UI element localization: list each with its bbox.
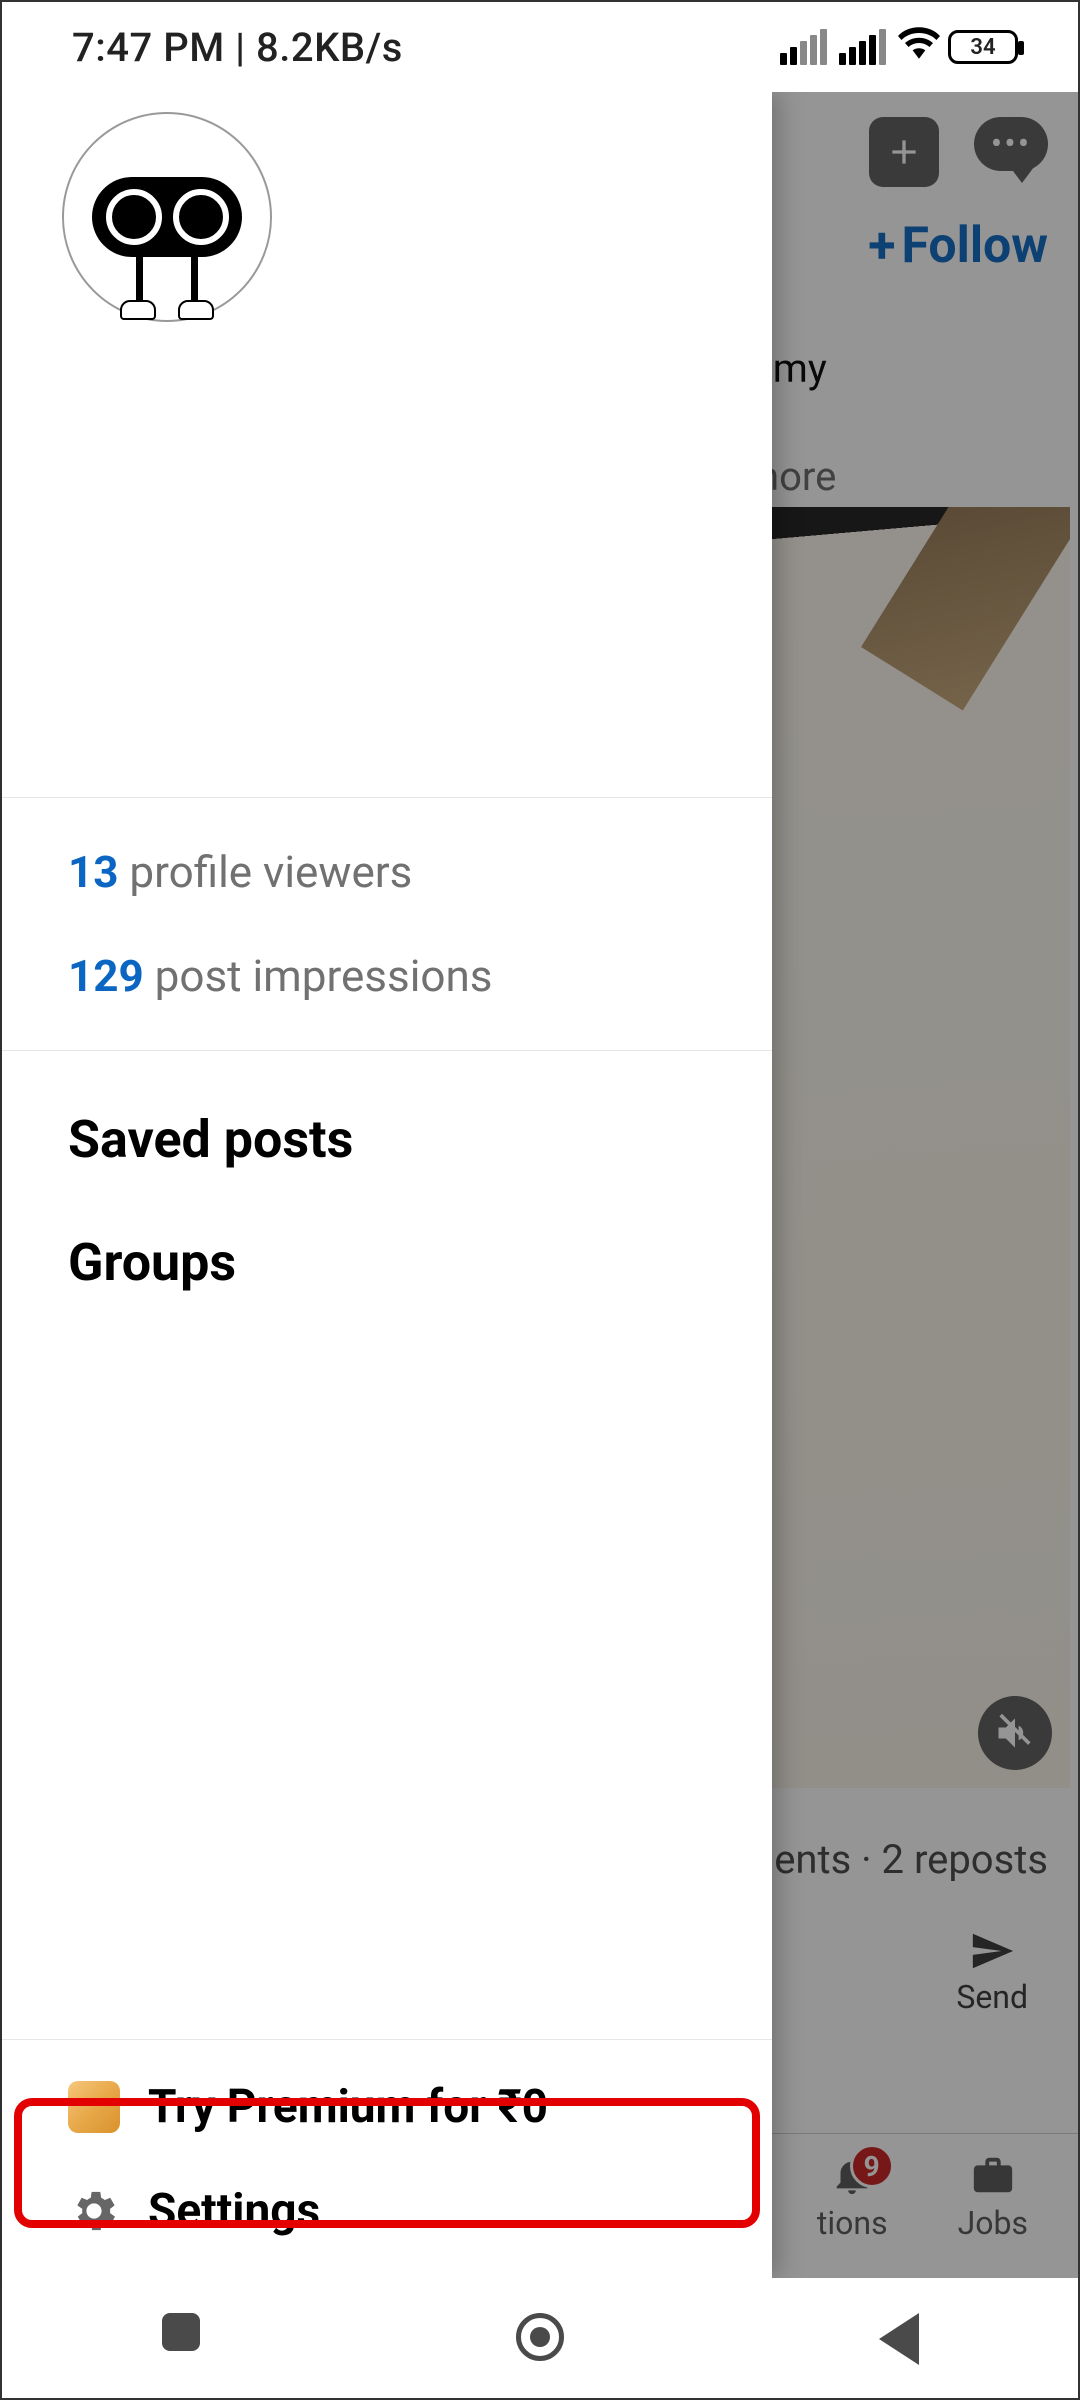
settings-row[interactable]: Settings	[68, 2184, 738, 2238]
side-drawer: 13 profile viewers 129 post impressions …	[2, 92, 772, 2278]
post-impressions-label: post impressions	[155, 950, 493, 1002]
net-speed: 8.2KB/s	[256, 24, 403, 71]
profile-viewers-count: 13	[68, 846, 119, 898]
post-impressions-row[interactable]: 129 post impressions	[68, 950, 738, 1002]
wifi-icon	[898, 22, 940, 72]
post-impressions-count: 129	[68, 950, 144, 1002]
drawer-header	[2, 92, 772, 797]
system-nav-bar	[2, 2278, 1078, 2398]
battery-icon: 34	[948, 30, 1018, 64]
saved-posts-item[interactable]: Saved posts	[68, 1109, 738, 1170]
premium-label: Try Premium for ₹0	[148, 2080, 548, 2134]
profile-viewers-row[interactable]: 13 profile viewers	[68, 846, 738, 898]
recents-button[interactable]	[156, 2313, 206, 2363]
gear-icon	[68, 2185, 120, 2237]
home-button[interactable]	[515, 2313, 565, 2363]
signal-icon	[780, 29, 827, 65]
signal-icon-2	[839, 29, 886, 65]
premium-badge-icon	[68, 2081, 120, 2133]
groups-item[interactable]: Groups	[68, 1232, 738, 1293]
drawer-footer: Try Premium for ₹0 Settings	[2, 2039, 772, 2278]
status-bar: 7:47 PM | 8.2KB/s 34	[2, 2, 1078, 92]
profile-viewers-label: profile viewers	[129, 846, 412, 898]
battery-pct: 34	[970, 35, 995, 60]
status-indicators: 34	[780, 22, 1018, 72]
drawer-stats: 13 profile viewers 129 post impressions	[2, 797, 772, 1051]
status-time: 7:47 PM | 8.2KB/s	[72, 24, 403, 71]
settings-label: Settings	[148, 2184, 320, 2238]
drawer-menu: Saved posts Groups	[2, 1051, 772, 2039]
profile-avatar[interactable]	[62, 112, 272, 322]
back-button[interactable]	[874, 2313, 924, 2363]
try-premium-row[interactable]: Try Premium for ₹0	[68, 2080, 738, 2134]
clock-text: 7:47 PM	[72, 24, 225, 71]
